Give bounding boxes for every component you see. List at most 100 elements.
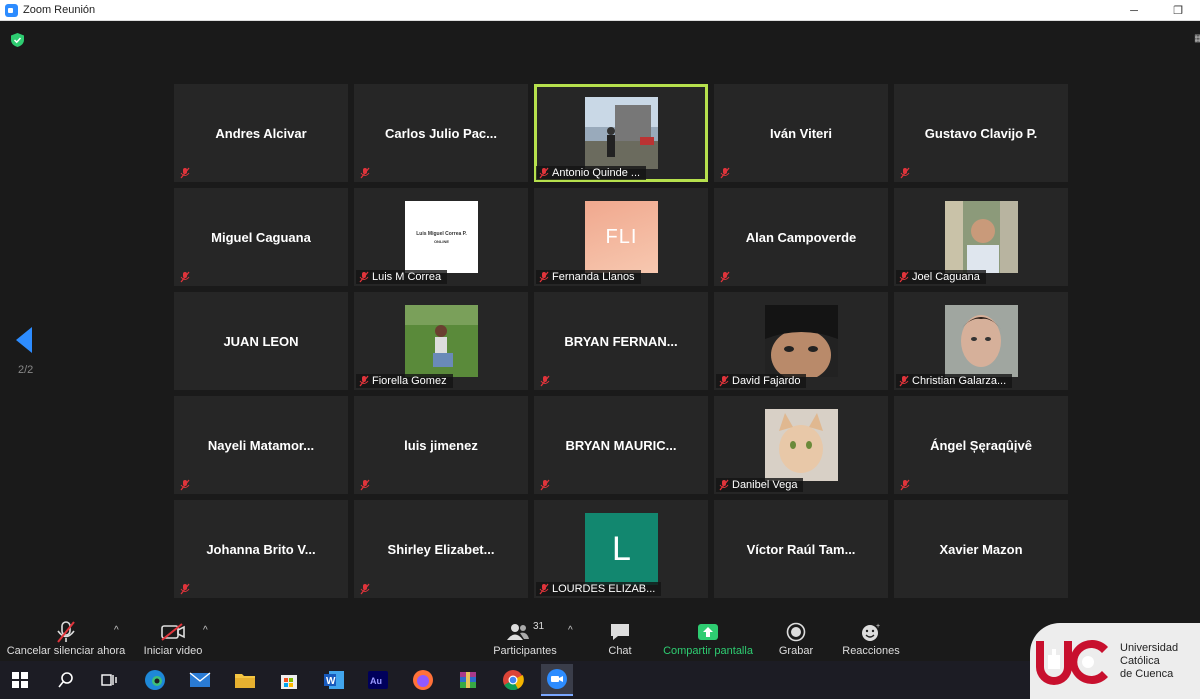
share-screen-icon	[697, 619, 719, 645]
edge-browser-icon[interactable]	[139, 664, 171, 696]
participant-tile[interactable]: Danibel Vega	[714, 396, 888, 494]
participants-options-chevron-icon[interactable]: ^	[568, 625, 573, 636]
participant-tile[interactable]: BRYAN MAURIC...	[534, 396, 708, 494]
participant-name: Alan Campoverde	[745, 229, 857, 245]
reactions-button[interactable]: + Reacciones	[838, 609, 904, 661]
file-explorer-icon[interactable]	[229, 664, 261, 696]
muted-mic-icon	[716, 478, 732, 492]
muted-mic-icon	[357, 582, 373, 596]
participant-photo	[945, 201, 1018, 273]
view-grid-icon[interactable]: ▦	[1194, 33, 1200, 44]
participant-tile[interactable]: Iván Viteri	[714, 84, 888, 182]
participant-avatar: L	[585, 513, 658, 585]
share-screen-button[interactable]: Compartir pantalla	[660, 609, 756, 661]
participant-tile[interactable]: JUAN LEON	[174, 292, 348, 390]
chat-label: Chat	[608, 645, 632, 657]
university-name-line3: de Cuenca	[1120, 667, 1174, 680]
university-name-line2: Católica	[1120, 654, 1160, 667]
participant-photo	[405, 305, 478, 377]
participant-tile[interactable]: Christian Galarza...	[894, 292, 1068, 390]
reactions-label: Reacciones	[842, 645, 900, 657]
audition-icon[interactable]: Au	[362, 664, 394, 696]
muted-mic-icon	[896, 374, 912, 388]
participant-tile[interactable]: luis jimenez	[354, 396, 528, 494]
participants-button[interactable]: 31 Participantes	[490, 609, 560, 661]
participant-name: Xavier Mazon	[939, 541, 1023, 557]
muted-mic-icon	[896, 270, 912, 284]
muted-mic-icon	[897, 166, 913, 180]
firefox-icon[interactable]	[407, 664, 439, 696]
muted-mic-icon	[536, 582, 552, 596]
university-name-line1: Universidad	[1120, 641, 1179, 654]
minimize-button[interactable]: ─	[1112, 0, 1156, 21]
muted-mic-icon	[537, 478, 553, 492]
participant-tile-active-speaker[interactable]: Antonio Quinde ...	[534, 84, 708, 182]
audio-options-chevron-icon[interactable]: ^	[114, 625, 119, 636]
participants-count: 31	[532, 621, 545, 632]
search-icon[interactable]	[50, 664, 82, 696]
zoom-taskbar-icon[interactable]	[541, 664, 573, 696]
participant-tile[interactable]: Andres Alcivar	[174, 84, 348, 182]
previous-page-arrow-icon[interactable]	[16, 327, 32, 353]
window-title: Zoom Reunión	[23, 4, 96, 16]
participant-label: Fiorella Gomez	[356, 374, 453, 388]
participant-tile[interactable]: Carlos Julio Pac...	[354, 84, 528, 182]
participant-tile[interactable]: Alan Campoverde	[714, 188, 888, 286]
participant-tile[interactable]: Johanna Brito V...	[174, 500, 348, 598]
participant-name: Iván Viteri	[770, 125, 832, 141]
meeting-controls: Cancelar silenciar ahora ^ Iniciar video…	[0, 609, 1200, 661]
unmute-button[interactable]: Cancelar silenciar ahora	[6, 609, 126, 661]
encryption-shield-icon[interactable]	[11, 33, 24, 47]
participant-tile[interactable]: Miguel Caguana	[174, 188, 348, 286]
participant-name: Fiorella Gomez	[372, 375, 447, 387]
muted-mic-icon	[177, 166, 193, 180]
participant-label: Danibel Vega	[716, 478, 804, 492]
muted-mic-icon	[897, 478, 913, 492]
participant-tile[interactable]: L LOURDES ELIZAB...	[534, 500, 708, 598]
participant-name: JUAN LEON	[223, 333, 299, 349]
mail-icon[interactable]	[184, 664, 216, 696]
participant-name: Danibel Vega	[732, 479, 798, 491]
participant-tile[interactable]: Luis Miguel Correa P. ONLINE Luis M Corr…	[354, 188, 528, 286]
share-screen-label: Compartir pantalla	[663, 645, 753, 657]
video-options-chevron-icon[interactable]: ^	[203, 625, 208, 636]
avatar-initials: L	[612, 529, 631, 568]
avatar-initials: FLI	[605, 225, 638, 248]
task-view-icon[interactable]	[93, 664, 125, 696]
word-icon[interactable]: W	[318, 664, 350, 696]
participant-name: Carlos Julio Pac...	[385, 125, 497, 141]
participant-name: Víctor Raúl Tam...	[746, 541, 856, 557]
muted-mic-icon	[55, 619, 77, 645]
participant-tile[interactable]: Víctor Raúl Tam...	[714, 500, 888, 598]
participant-tile[interactable]: FLI Fernanda Llanos	[534, 188, 708, 286]
participant-tile[interactable]: David Fajardo	[714, 292, 888, 390]
participant-avatar: FLI	[585, 201, 658, 273]
participant-photo	[945, 305, 1018, 377]
participant-name: Joel Caguana	[912, 271, 980, 283]
store-icon[interactable]	[273, 664, 305, 696]
participant-tile[interactable]: Ángel Șęraqûįvê	[894, 396, 1068, 494]
chrome-icon[interactable]	[497, 664, 529, 696]
participant-tile[interactable]: Shirley Elizabet...	[354, 500, 528, 598]
muted-mic-icon	[536, 166, 552, 180]
participant-photo	[765, 305, 838, 377]
participant-name: Luis M Correa	[372, 271, 442, 283]
muted-mic-icon	[716, 374, 732, 388]
participant-tile[interactable]: BRYAN FERNAN...	[534, 292, 708, 390]
participant-tile[interactable]: Gustavo Clavijo P.	[894, 84, 1068, 182]
participant-tile[interactable]: Joel Caguana	[894, 188, 1068, 286]
participant-name: BRYAN FERNAN...	[564, 333, 678, 349]
participant-tile[interactable]: Fiorella Gomez	[354, 292, 528, 390]
chat-button[interactable]: Chat	[598, 609, 642, 661]
participant-tile[interactable]: Xavier Mazon	[894, 500, 1068, 598]
maximize-button[interactable]: ❐	[1156, 0, 1200, 21]
participant-tile[interactable]: Nayeli Matamor...	[174, 396, 348, 494]
windows-start-icon[interactable]	[4, 664, 36, 696]
start-video-button[interactable]: Iniciar video	[140, 609, 206, 661]
muted-mic-icon	[357, 166, 373, 180]
participant-photo	[585, 97, 658, 169]
muted-mic-icon	[177, 270, 193, 284]
record-button[interactable]: Grabar	[774, 609, 818, 661]
winrar-icon[interactable]	[452, 664, 484, 696]
participant-name: Fernanda Llanos	[552, 271, 635, 283]
